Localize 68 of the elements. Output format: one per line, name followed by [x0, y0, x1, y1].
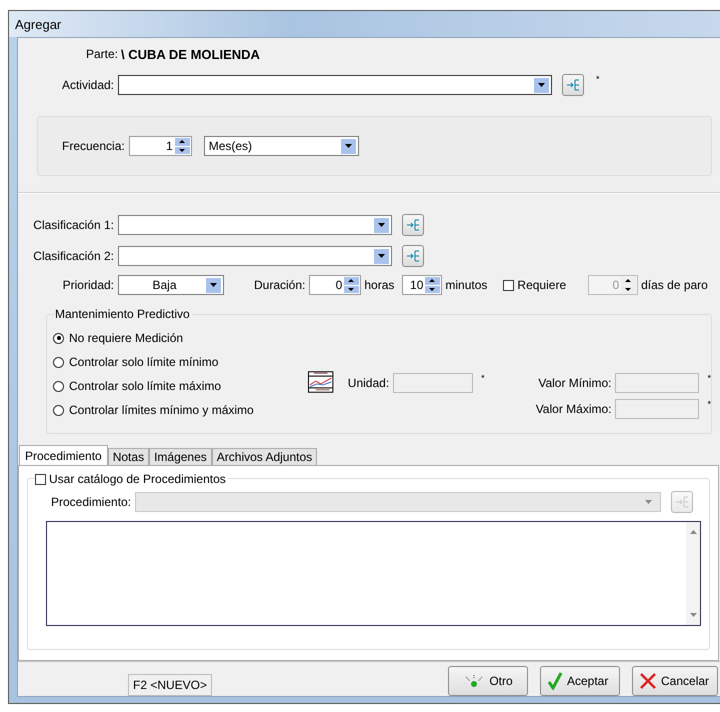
- link-button[interactable]: [402, 245, 424, 267]
- radio-label: No requiere Medición: [69, 331, 184, 345]
- scroll-up-icon[interactable]: [690, 530, 696, 534]
- radio-label: Controlar límites mínimo y máximo: [69, 403, 254, 417]
- max-value-field[interactable]: [615, 399, 700, 419]
- arrow-list-icon: [566, 79, 580, 91]
- link-button[interactable]: [402, 214, 424, 236]
- check-icon: [547, 672, 563, 690]
- frequency-spinner[interactable]: 1: [128, 136, 192, 156]
- accept-button[interactable]: Aceptar: [540, 666, 620, 696]
- tab[interactable]: Imágenes: [149, 448, 212, 465]
- classification-label: Clasificación 1:: [32, 218, 114, 232]
- classification-combo[interactable]: [118, 246, 392, 266]
- window-title: Agregar: [15, 16, 62, 32]
- priority-label: Prioridad:: [62, 278, 114, 292]
- priority-combo[interactable]: Baja: [118, 275, 224, 295]
- activity-combo[interactable]: [118, 75, 552, 95]
- radio-button[interactable]: [53, 380, 64, 392]
- required-mark: *: [596, 74, 600, 84]
- unit-label: Unidad:: [348, 376, 390, 390]
- min-value-field[interactable]: [615, 373, 700, 393]
- spinner-arrows-icon[interactable]: [425, 277, 440, 293]
- procedure-text-area[interactable]: [46, 521, 701, 626]
- other-button[interactable]: Otro: [448, 666, 528, 696]
- procedure-label: Procedimiento:: [51, 495, 132, 509]
- arrow-list-icon: [406, 250, 420, 262]
- scroll-down-icon[interactable]: [690, 613, 696, 617]
- arrow-list-icon: [675, 496, 690, 508]
- hours-spinner[interactable]: 0: [309, 275, 362, 295]
- required-mark: *: [707, 399, 711, 409]
- cancel-button[interactable]: Cancelar: [632, 666, 718, 696]
- group-title: Mantenimiento Predictivo: [55, 307, 192, 321]
- frequency-label: Frecuencia:: [62, 139, 125, 153]
- activity-label: Actividad:: [60, 78, 114, 92]
- spinner-arrows-icon[interactable]: [174, 138, 190, 154]
- classification-label: Clasificación 2:: [32, 249, 114, 263]
- minutes-spinner[interactable]: 10: [402, 275, 442, 295]
- min-max-chart-icon: [308, 371, 334, 393]
- radio-button[interactable]: [53, 404, 64, 416]
- radio-button[interactable]: [53, 332, 64, 344]
- part-name: \ CUBA DE MOLIENDA: [121, 46, 260, 62]
- required-mark: *: [481, 373, 485, 383]
- minutes-label: minutos: [445, 278, 488, 292]
- classification-combo[interactable]: [118, 215, 392, 235]
- tab[interactable]: Procedimiento: [19, 445, 108, 465]
- tab[interactable]: Archivos Adjuntos: [212, 448, 318, 465]
- link-button[interactable]: [562, 74, 584, 96]
- scrollbar[interactable]: [686, 522, 700, 625]
- frequency-unit-combo[interactable]: Mes(es): [204, 136, 359, 156]
- days-label: días de paro: [641, 278, 708, 292]
- catalog-label: Usar catálogo de Procedimientos: [49, 472, 226, 486]
- status-label: F2 <NUEVO>: [128, 674, 212, 696]
- duration-label: Duración:: [254, 278, 306, 292]
- radio-label: Controlar solo límite mínimo: [69, 355, 218, 369]
- hours-label: horas: [364, 278, 394, 292]
- arrow-list-icon: [406, 219, 420, 231]
- sparkle-icon: [463, 674, 486, 688]
- max-value-label: Valor Máximo:: [536, 402, 612, 416]
- min-value-label: Valor Mínimo:: [538, 376, 612, 390]
- tab[interactable]: Notas: [108, 448, 150, 465]
- required-mark: *: [707, 373, 711, 383]
- spinner-arrows-icon[interactable]: [344, 277, 360, 293]
- radio-button[interactable]: [53, 356, 64, 368]
- radio-label: Controlar solo límite máximo: [69, 379, 222, 393]
- requires-label: Requiere: [517, 278, 566, 292]
- part-label: Parte:: [86, 47, 118, 61]
- close-icon: [639, 672, 657, 690]
- unit-field[interactable]: [393, 373, 474, 393]
